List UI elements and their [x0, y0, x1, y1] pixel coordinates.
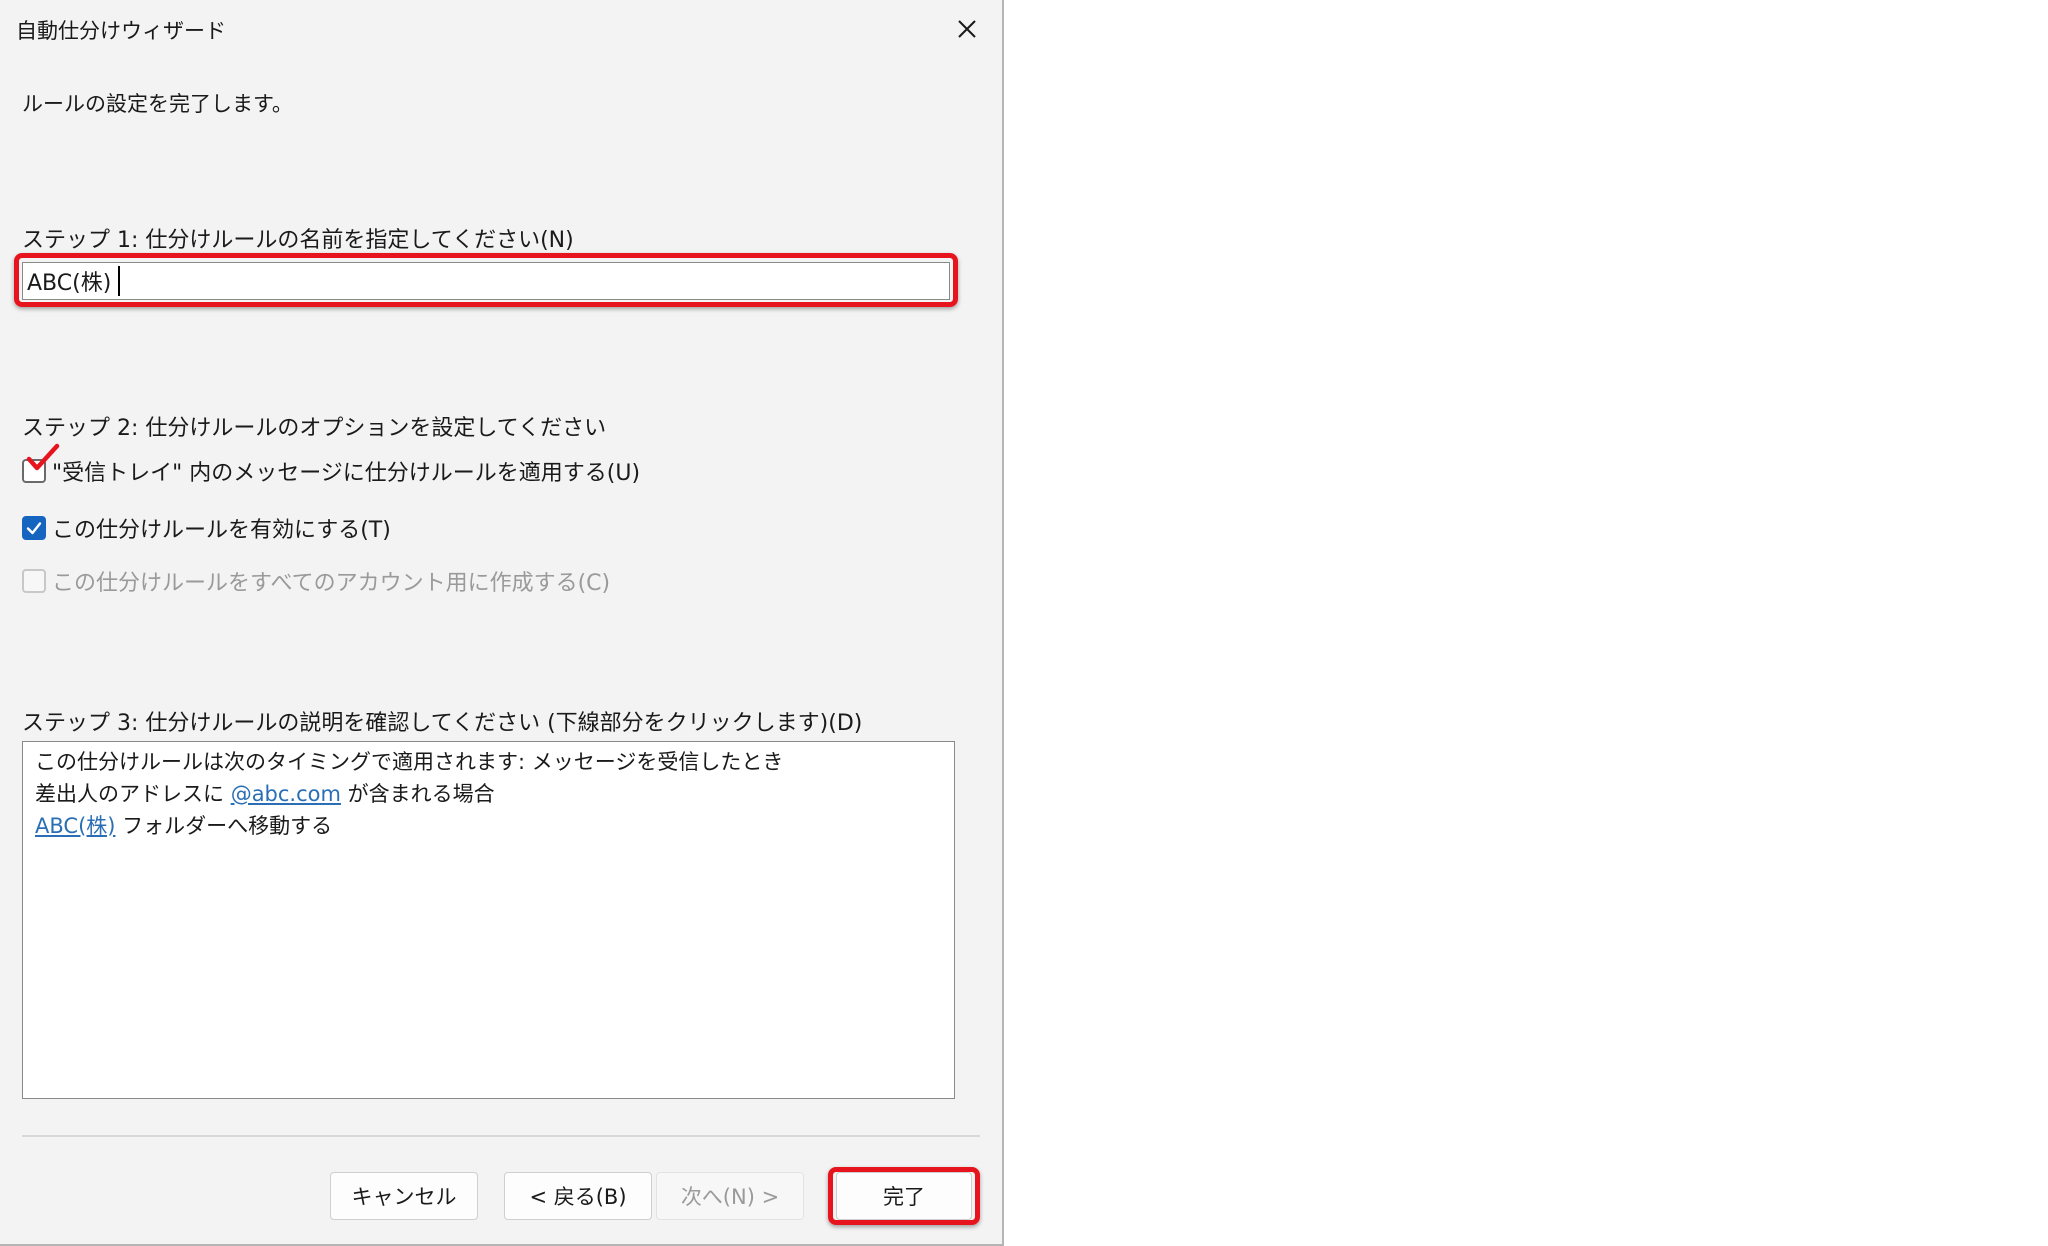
description-line-3: ABC(株) フォルダーへ移動する: [35, 810, 942, 842]
sender-address-link[interactable]: @abc.com: [231, 782, 341, 806]
step3-label: ステップ 3: 仕分けルールの説明を確認してください (下線部分をクリックします…: [22, 711, 863, 736]
description-line-2: 差出人のアドレスに @abc.com が含まれる場合: [35, 778, 942, 810]
finish-button[interactable]: 完了: [836, 1172, 972, 1220]
title-bar: 自動仕分けウィザード: [0, 0, 1002, 58]
option-apply-to-inbox[interactable]: "受信トレイ" 内のメッセージに仕分けルールを適用する(U): [22, 455, 640, 487]
back-button[interactable]: < 戻る(B): [504, 1172, 652, 1220]
target-folder-link[interactable]: ABC(株): [35, 814, 115, 838]
step2-label: ステップ 2: 仕分けルールのオプションを設定してください: [22, 416, 607, 441]
apply-to-inbox-label: "受信トレイ" 内のメッセージに仕分けルールを適用する(U): [52, 461, 641, 486]
enable-rule-checkbox[interactable]: [22, 516, 46, 540]
apply-to-inbox-checkbox[interactable]: [22, 459, 46, 483]
text-caret: [118, 266, 120, 296]
close-button[interactable]: [942, 6, 992, 52]
window-title: 自動仕分けウィザード: [16, 19, 226, 43]
all-accounts-checkbox: [22, 569, 46, 593]
next-button: 次へ(N) >: [656, 1172, 804, 1220]
intro-text: ルールの設定を完了します。: [22, 92, 293, 116]
enable-rule-label: この仕分けルールを有効にする(T): [52, 518, 391, 543]
option-enable-rule[interactable]: この仕分けルールを有効にする(T): [22, 512, 391, 544]
close-icon: [958, 20, 976, 38]
description-line-1: この仕分けルールは次のタイミングで適用されます: メッセージを受信したとき: [35, 750, 784, 774]
step1-label: ステップ 1: 仕分けルールの名前を指定してください(N): [22, 228, 574, 253]
description-line-3-suffix: フォルダーへ移動する: [122, 814, 333, 838]
rule-description-box: この仕分けルールは次のタイミングで適用されます: メッセージを受信したとき 差出…: [22, 741, 955, 1099]
rules-wizard-dialog: 自動仕分けウィザード ルールの設定を完了します。 ステップ 1: 仕分けルールの…: [0, 0, 1004, 1246]
description-line-2-suffix: が含まれる場合: [347, 782, 495, 806]
cancel-button[interactable]: キャンセル: [330, 1172, 478, 1220]
description-line-2-prefix: 差出人のアドレスに: [35, 782, 224, 806]
option-all-accounts: この仕分けルールをすべてのアカウント用に作成する(C): [22, 565, 610, 597]
rule-name-input[interactable]: [22, 262, 950, 300]
checkmark-icon: [26, 522, 42, 535]
separator: [22, 1135, 980, 1137]
all-accounts-label: この仕分けルールをすべてのアカウント用に作成する(C): [52, 571, 611, 596]
